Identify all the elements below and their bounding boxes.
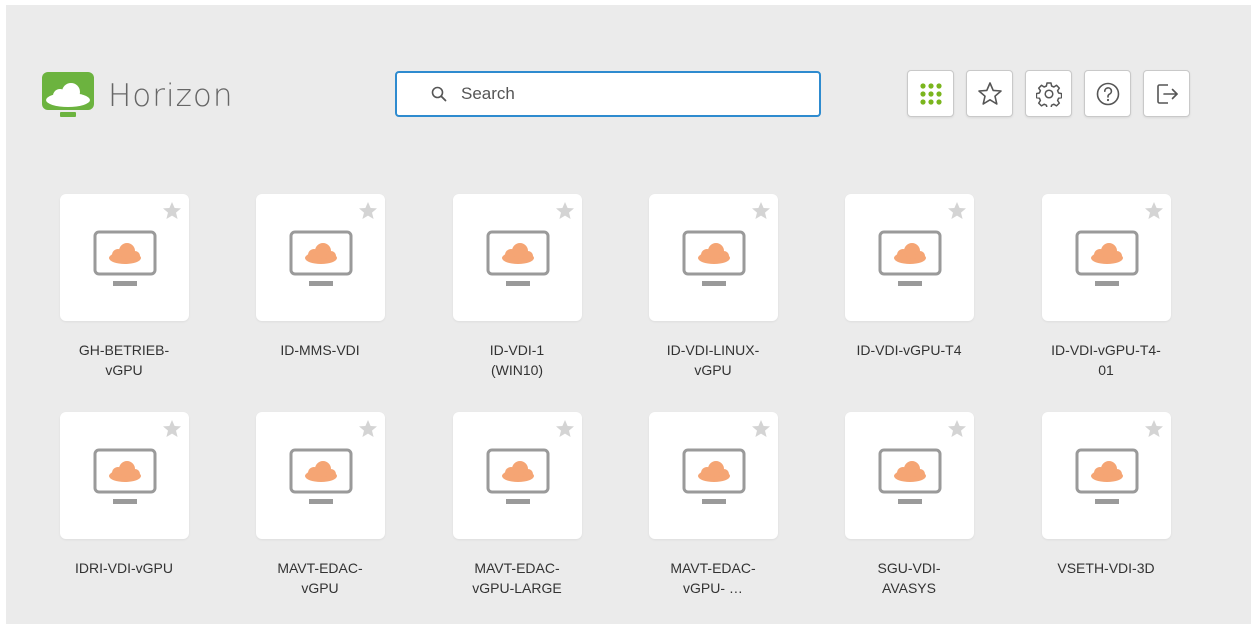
desktop-monitor-icon bbox=[289, 230, 352, 286]
favorite-star-icon[interactable] bbox=[555, 419, 575, 439]
desktop-tile[interactable]: MAVT-EDAC-vGPU- … bbox=[638, 412, 788, 598]
logout-icon bbox=[1156, 83, 1178, 104]
desktop-label: ID-VDI-1 (WIN10) bbox=[489, 342, 545, 378]
desktop-tile[interactable]: IDRI-VDI-vGPU bbox=[49, 412, 199, 578]
desktop-tile[interactable]: ID-VDI-vGPU-T4-01 bbox=[1031, 194, 1181, 380]
desktop-card[interactable] bbox=[255, 194, 385, 321]
desktop-card[interactable] bbox=[844, 194, 974, 321]
favorites-button[interactable] bbox=[966, 70, 1013, 117]
favorite-star-icon[interactable] bbox=[162, 419, 182, 439]
horizon-logo-icon bbox=[42, 72, 94, 117]
favorite-star-icon[interactable] bbox=[358, 201, 378, 221]
desktop-card[interactable] bbox=[1041, 412, 1171, 539]
favorite-star-icon[interactable] bbox=[751, 201, 771, 221]
desktop-label: GH-BETRIEB-vGPU bbox=[78, 342, 170, 378]
desktop-card[interactable] bbox=[452, 412, 582, 539]
desktop-tile[interactable]: ID-MMS-VDI bbox=[245, 194, 395, 360]
apps-grid-icon bbox=[919, 82, 942, 105]
toolbar bbox=[907, 70, 1190, 117]
favorite-star-icon[interactable] bbox=[1144, 201, 1164, 221]
desktop-monitor-icon bbox=[1075, 448, 1138, 504]
horizon-logo: Horizon bbox=[40, 70, 234, 122]
desktop-label: IDRI-VDI-vGPU bbox=[75, 560, 173, 576]
desktop-monitor-icon bbox=[1075, 230, 1138, 286]
desktop-label: ID-MMS-VDI bbox=[280, 342, 360, 358]
horizon-app: Horizon Search GH-BETRIEB-vGPU ID-MMS-VD… bbox=[6, 5, 1251, 624]
desktop-card[interactable] bbox=[452, 194, 582, 321]
favorite-star-icon[interactable] bbox=[358, 419, 378, 439]
favorite-star-icon[interactable] bbox=[1144, 419, 1164, 439]
desktop-card[interactable] bbox=[1041, 194, 1171, 321]
desktop-label: ID-VDI-vGPU-T4-01 bbox=[1051, 342, 1161, 378]
desktop-tile[interactable]: ID-VDI-LINUX-vGPU bbox=[638, 194, 788, 380]
brand-name: Horizon bbox=[108, 78, 234, 114]
favorite-star-icon[interactable] bbox=[947, 201, 967, 221]
desktop-card[interactable] bbox=[648, 194, 778, 321]
desktop-card[interactable] bbox=[59, 412, 189, 539]
desktop-card[interactable] bbox=[255, 412, 385, 539]
settings-button[interactable] bbox=[1025, 70, 1072, 117]
help-button[interactable] bbox=[1084, 70, 1131, 117]
favorite-star-icon[interactable] bbox=[555, 201, 575, 221]
star-icon bbox=[977, 81, 1002, 105]
desktop-label: MAVT-EDAC-vGPU- … bbox=[670, 560, 756, 596]
search-icon bbox=[431, 86, 447, 102]
desktop-label: MAVT-EDAC-vGPU-LARGE bbox=[472, 560, 562, 596]
favorite-star-icon[interactable] bbox=[162, 201, 182, 221]
apps-button[interactable] bbox=[907, 70, 954, 117]
desktop-label: ID-VDI-LINUX-vGPU bbox=[666, 342, 760, 378]
search-box[interactable] bbox=[395, 71, 821, 117]
desktop-label: SGU-VDI-AVASYS bbox=[877, 560, 941, 596]
desktop-tile[interactable]: GH-BETRIEB-vGPU bbox=[49, 194, 199, 380]
desktop-tile[interactable]: VSETH-VDI-3D bbox=[1031, 412, 1181, 578]
gear-icon bbox=[1035, 81, 1062, 107]
desktop-monitor-icon bbox=[289, 448, 352, 504]
desktop-tile[interactable]: ID-VDI-1 (WIN10) bbox=[442, 194, 592, 380]
help-icon bbox=[1096, 82, 1119, 105]
desktop-card[interactable] bbox=[648, 412, 778, 539]
desktop-monitor-icon bbox=[878, 448, 941, 504]
desktop-monitor-icon bbox=[93, 230, 156, 286]
desktop-monitor-icon bbox=[878, 230, 941, 286]
search-input[interactable] bbox=[459, 83, 793, 105]
desktop-monitor-icon bbox=[486, 448, 549, 504]
favorite-star-icon[interactable] bbox=[751, 419, 771, 439]
desktop-label: MAVT-EDAC-vGPU bbox=[277, 560, 363, 596]
desktop-monitor-icon bbox=[682, 448, 745, 504]
favorite-star-icon[interactable] bbox=[947, 419, 967, 439]
desktop-tile[interactable]: MAVT-EDAC-vGPU-LARGE bbox=[442, 412, 592, 598]
desktop-tile[interactable]: ID-VDI-vGPU-T4 bbox=[834, 194, 984, 360]
desktop-label: ID-VDI-vGPU-T4 bbox=[856, 342, 962, 358]
desktop-monitor-icon bbox=[486, 230, 549, 286]
desktop-monitor-icon bbox=[682, 230, 745, 286]
logout-button[interactable] bbox=[1143, 70, 1190, 117]
desktop-tile[interactable]: MAVT-EDAC-vGPU bbox=[245, 412, 395, 598]
desktop-card[interactable] bbox=[59, 194, 189, 321]
desktop-tile[interactable]: SGU-VDI-AVASYS bbox=[834, 412, 984, 598]
desktop-label: VSETH-VDI-3D bbox=[1057, 560, 1155, 576]
desktop-card[interactable] bbox=[844, 412, 974, 539]
desktop-monitor-icon bbox=[93, 448, 156, 504]
